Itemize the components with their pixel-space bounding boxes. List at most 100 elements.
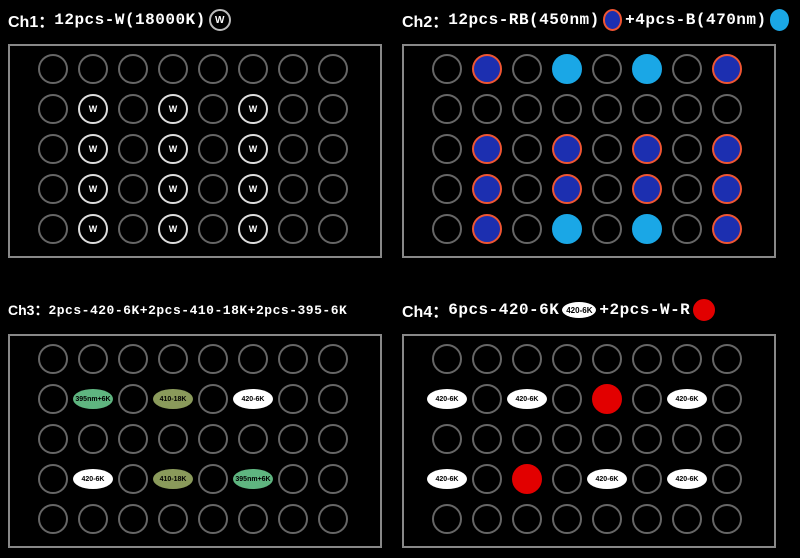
led-cell	[512, 214, 542, 244]
led-cell	[672, 174, 702, 204]
ch4-spec-b: +2pcs-W-R	[599, 301, 690, 319]
led-cell	[712, 464, 742, 494]
led-cell	[512, 464, 542, 494]
led-cell	[318, 384, 348, 414]
led-cell	[278, 134, 308, 164]
led-cell	[432, 424, 462, 454]
led-cell	[472, 134, 502, 164]
led-cell	[318, 134, 348, 164]
led-cell	[158, 504, 188, 534]
led-cell	[118, 424, 148, 454]
led-cell	[38, 174, 68, 204]
led-oval: 395nm+6K	[73, 389, 113, 409]
led-cell	[632, 54, 662, 84]
led-cell	[198, 134, 228, 164]
led-cell	[158, 424, 188, 454]
led-cell	[432, 344, 462, 374]
led-cell	[318, 54, 348, 84]
led-cell	[198, 54, 228, 84]
led-cell	[592, 504, 622, 534]
led-cell	[672, 134, 702, 164]
led-cell	[198, 424, 228, 454]
led-cell: W	[238, 174, 268, 204]
led-cell	[472, 424, 502, 454]
led-cell	[278, 54, 308, 84]
led-cell	[318, 344, 348, 374]
led-cell	[472, 344, 502, 374]
led-cell	[278, 174, 308, 204]
led-cell	[198, 214, 228, 244]
led-cell	[118, 214, 148, 244]
led-cell	[118, 464, 148, 494]
led-cell	[278, 384, 308, 414]
w-icon: W	[209, 9, 231, 31]
grid-box-ch2	[402, 44, 776, 258]
panel-ch1: Ch1： 12pcs-W(18000K) W WWWWWWWWWWWW	[8, 6, 398, 258]
led-cell	[472, 504, 502, 534]
led-cell	[632, 424, 662, 454]
led-cell	[118, 384, 148, 414]
led-cell	[712, 214, 742, 244]
grid-box-ch3: 395nm+6K410-18K420-6K420-6K410-18K395nm+…	[8, 334, 382, 548]
led-cell	[552, 134, 582, 164]
led-oval: 395nm+6K	[233, 469, 273, 489]
led-cell: W	[238, 94, 268, 124]
led-oval: 420-6K	[73, 469, 113, 489]
led-cell	[552, 384, 582, 414]
led-cell	[38, 464, 68, 494]
header-ch1: Ch1： 12pcs-W(18000K) W	[8, 6, 398, 34]
led-cell	[432, 94, 462, 124]
led-cell: W	[78, 94, 108, 124]
ch4-spec-a: 6pcs-420-6K	[448, 301, 559, 319]
led-grid-ch1: WWWWWWWWWWWW	[20, 54, 370, 248]
ch2-spec-a: 12pcs-RB(450nm)	[448, 11, 600, 29]
led-cell	[712, 424, 742, 454]
led-cell	[432, 134, 462, 164]
led-cell	[592, 214, 622, 244]
led-cell	[198, 174, 228, 204]
led-cell	[118, 54, 148, 84]
led-cell	[712, 384, 742, 414]
led-cell	[78, 54, 108, 84]
red-icon	[693, 299, 715, 321]
led-cell	[552, 344, 582, 374]
led-cell	[632, 214, 662, 244]
led-cell	[552, 424, 582, 454]
led-cell	[118, 94, 148, 124]
led-cell	[672, 214, 702, 244]
led-cell	[278, 94, 308, 124]
led-cell	[278, 464, 308, 494]
led-cell	[198, 344, 228, 374]
led-grid-ch3: 395nm+6K410-18K420-6K420-6K410-18K395nm+…	[20, 344, 370, 538]
led-cell	[672, 94, 702, 124]
led-cell	[512, 174, 542, 204]
led-oval: 420-6K	[427, 389, 467, 409]
led-cell	[592, 134, 622, 164]
panel-ch4: Ch4： 6pcs-420-6K 420-6K +2pcs-W-R 420-6K…	[402, 296, 792, 548]
led-cell	[198, 384, 228, 414]
led-grid-ch2	[414, 54, 764, 248]
led-cell	[118, 504, 148, 534]
led-cell	[318, 94, 348, 124]
led-cell	[78, 424, 108, 454]
led-cell	[158, 54, 188, 84]
grid-box-ch1: WWWWWWWWWWWW	[8, 44, 382, 258]
led-cell	[472, 54, 502, 84]
led-oval: 420-6K	[427, 469, 467, 489]
led-oval: 420-6K	[587, 469, 627, 489]
led-cell	[472, 214, 502, 244]
led-cell	[592, 344, 622, 374]
ch1-prefix: Ch1：	[8, 8, 54, 32]
led-grid-ch4: 420-6K420-6K420-6K420-6K420-6K420-6K	[414, 344, 764, 538]
led-cell	[552, 464, 582, 494]
led-oval: 420-6K	[667, 389, 707, 409]
led-cell	[38, 94, 68, 124]
led-cell	[278, 344, 308, 374]
led-oval: 410-18K	[153, 469, 193, 489]
led-cell	[712, 134, 742, 164]
led-cell: W	[78, 214, 108, 244]
led-cell	[278, 214, 308, 244]
b-icon	[770, 9, 789, 31]
led-cell	[158, 344, 188, 374]
led-cell	[432, 214, 462, 244]
